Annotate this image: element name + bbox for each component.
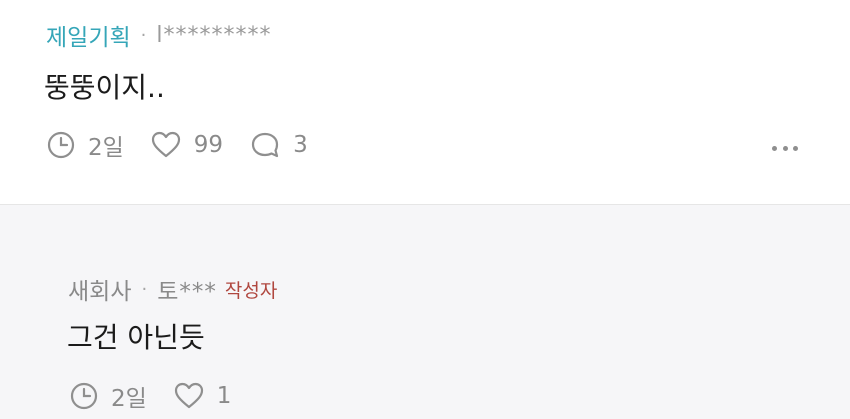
reply-count: 3 xyxy=(293,132,308,158)
author-badge: 작성자 xyxy=(224,279,278,302)
reply-time: 2일 xyxy=(111,386,147,412)
like-button[interactable]: 1 xyxy=(173,381,232,411)
time-info: 2일 xyxy=(69,379,147,413)
comment-meta: 제일기획 · l********* xyxy=(46,18,272,52)
reply-company-name[interactable]: 새회사 xyxy=(68,272,131,306)
company-name[interactable]: 제일기획 xyxy=(46,18,131,52)
more-dot xyxy=(772,145,777,151)
time-info: 2일 xyxy=(46,128,124,162)
more-dot xyxy=(793,145,798,151)
meta-separator: · xyxy=(140,24,147,46)
clock-icon xyxy=(69,381,99,411)
comment-time: 2일 xyxy=(88,135,124,161)
more-dot xyxy=(782,145,788,151)
heart-icon xyxy=(150,130,182,160)
reply-card: 새회사 · 토*** 작성자 그건 아닌듯 2일 1 xyxy=(0,205,850,419)
reply-text: 그건 아닌듯 xyxy=(67,321,205,354)
heart-icon xyxy=(173,381,205,411)
like-count: 99 xyxy=(193,132,224,158)
reply-meta: 새회사 · 토*** 작성자 xyxy=(68,272,277,306)
comment-text: 뚱뚱이지.. xyxy=(44,71,165,104)
comment-card: 제일기획 · l********* 뚱뚱이지.. 2일 99 3 xyxy=(0,0,850,205)
like-button[interactable]: 99 xyxy=(150,130,223,160)
comment-actions: 2일 99 3 xyxy=(46,128,334,162)
nickname[interactable]: l********* xyxy=(156,23,271,48)
more-horizontal-icon[interactable] xyxy=(772,143,798,153)
clock-icon xyxy=(46,130,76,160)
reply-actions: 2일 1 xyxy=(69,379,257,413)
reply-nickname[interactable]: 토*** xyxy=(157,272,217,306)
speech-bubble-icon xyxy=(249,130,281,160)
like-count: 1 xyxy=(216,383,232,409)
meta-separator: · xyxy=(141,278,148,300)
reply-button[interactable]: 3 xyxy=(249,130,308,160)
